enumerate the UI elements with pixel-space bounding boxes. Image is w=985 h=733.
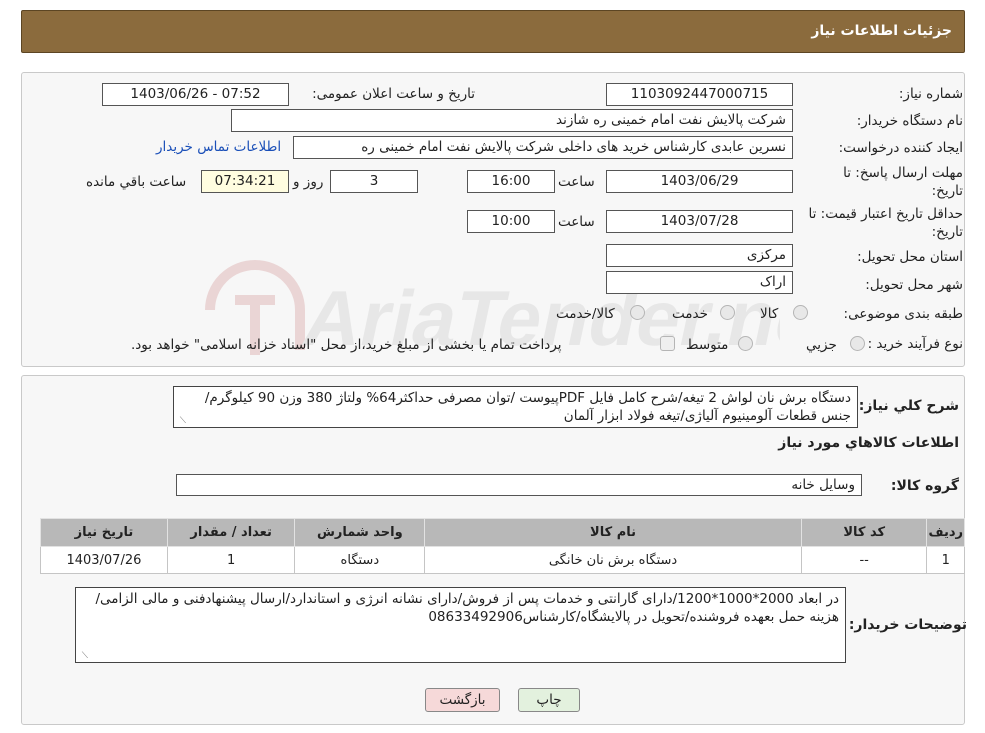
province-label: استان محل تحویل: <box>857 249 963 265</box>
remaining-time-field: 07:34:21 <box>201 170 289 193</box>
col-row-number: رديف <box>926 518 965 547</box>
category-goods-label: کالا <box>760 306 779 322</box>
need-date-cell: 1403/07/26 <box>40 546 168 574</box>
goods-section-title: اطلاعات کالاهاي مورد نياز <box>778 435 959 451</box>
summary-label: شرح کلي نياز: <box>858 398 959 414</box>
price-validity-time-field[interactable]: 10:00 <box>467 210 555 233</box>
category-label: طبقه بندی موضوعی: <box>843 306 963 322</box>
col-item-name: نام کالا <box>424 518 802 547</box>
price-validity-label-2: تاریخ: <box>931 224 963 240</box>
city-label: شهر محل تحویل: <box>865 277 963 293</box>
col-unit: واحد شمارش <box>294 518 426 547</box>
col-need-date: تاريخ نياز <box>40 518 168 547</box>
days-label: روز و <box>293 174 324 190</box>
col-quantity: تعداد / مقدار <box>166 518 296 547</box>
remaining-days-field[interactable]: 3 <box>330 170 418 193</box>
buyer-notes-textarea[interactable]: در ابعاد 2000*1000*1200/دارای گارانتی و … <box>75 587 846 663</box>
summary-text: دستگاه برش نان لواش 2 تیغه/شرح کامل فایل… <box>204 390 851 424</box>
page-header: جزئیات اطلاعات نیاز <box>21 10 965 53</box>
goods-group-label: گروه کالا: <box>890 478 959 494</box>
resize-grip-icon[interactable]: ⟋ <box>78 651 88 661</box>
category-service-label: خدمت <box>672 306 708 322</box>
price-validity-time-label: ساعت <box>558 214 595 230</box>
buyer-org-field[interactable]: شرکت پالایش نفت امام خمینی ره شازند <box>231 109 793 132</box>
process-minor-label: جزیي <box>806 337 837 353</box>
buyer-notes-text: در ابعاد 2000*1000*1200/دارای گارانتی و … <box>95 591 839 625</box>
goods-table: رديف کد کالا نام کالا واحد شمارش تعداد /… <box>40 518 965 574</box>
category-goods-radio[interactable] <box>793 305 808 320</box>
announce-datetime-label: تاریخ و ساعت اعلان عمومی: <box>312 86 475 102</box>
col-item-code: کد کالا <box>800 518 928 547</box>
reply-deadline-label-2: تاریخ: <box>931 183 963 199</box>
process-minor-radio[interactable] <box>850 336 865 351</box>
requester-field[interactable]: نسرین عابدی کارشناس خرید های داخلی شرکت … <box>293 136 793 159</box>
reply-deadline-label: مهلت ارسال پاسخ: تا <box>843 165 963 181</box>
print-button[interactable]: چاپ <box>518 688 580 712</box>
page-title: جزئیات اطلاعات نیاز <box>811 23 952 39</box>
need-number-label: شماره نیاز: <box>898 86 963 102</box>
treasury-payment-checkbox[interactable] <box>660 336 675 351</box>
unit-cell: دستگاه <box>294 546 426 574</box>
reply-date-field[interactable]: 1403/06/29 <box>606 170 793 193</box>
process-type-label: نوع فرآیند خرید : <box>867 336 963 352</box>
item-code-cell: -- <box>800 546 928 574</box>
buyer-notes-label: توضیحات خریدار: <box>848 617 967 633</box>
goods-table-header: رديف کد کالا نام کالا واحد شمارش تعداد /… <box>40 518 965 547</box>
category-goods-service-radio[interactable] <box>630 305 645 320</box>
category-goods-service-label: کالا/خدمت <box>556 306 615 322</box>
announce-datetime-field[interactable]: 1403/06/26 - 07:52 <box>102 83 289 106</box>
buyer-contact-link[interactable]: اطلاعات تماس خریدار <box>156 139 281 155</box>
buyer-org-label: نام دستگاه خریدار: <box>856 113 963 129</box>
table-row[interactable]: 1 -- دستگاه برش نان خانگی دستگاه 1 1403/… <box>40 546 965 574</box>
remaining-time-label: ساعت باقي مانده <box>86 174 187 190</box>
category-service-radio[interactable] <box>720 305 735 320</box>
process-medium-label: متوسط <box>686 337 729 353</box>
resize-grip-icon[interactable]: ⟋ <box>176 416 186 426</box>
process-medium-radio[interactable] <box>738 336 753 351</box>
treasury-payment-note: پرداخت تمام یا بخشی از مبلغ خرید،از محل … <box>131 337 562 353</box>
back-button[interactable]: بازگشت <box>425 688 500 712</box>
goods-group-field[interactable]: وسایل خانه <box>176 474 862 496</box>
reply-time-label: ساعت <box>558 174 595 190</box>
reply-time-field[interactable]: 16:00 <box>467 170 555 193</box>
row-number-cell: 1 <box>926 546 965 574</box>
requester-label: ایجاد کننده درخواست: <box>838 140 963 156</box>
price-validity-label: حداقل تاریخ اعتبار قیمت: تا <box>808 206 963 222</box>
item-name-cell: دستگاه برش نان خانگی <box>424 546 802 574</box>
need-number-field[interactable]: 1103092447000715 <box>606 83 793 106</box>
summary-textarea[interactable]: دستگاه برش نان لواش 2 تیغه/شرح کامل فایل… <box>173 386 858 428</box>
quantity-cell: 1 <box>166 546 296 574</box>
price-validity-date-field[interactable]: 1403/07/28 <box>606 210 793 233</box>
city-field[interactable]: اراک <box>606 271 793 294</box>
province-field[interactable]: مرکزی <box>606 244 793 267</box>
